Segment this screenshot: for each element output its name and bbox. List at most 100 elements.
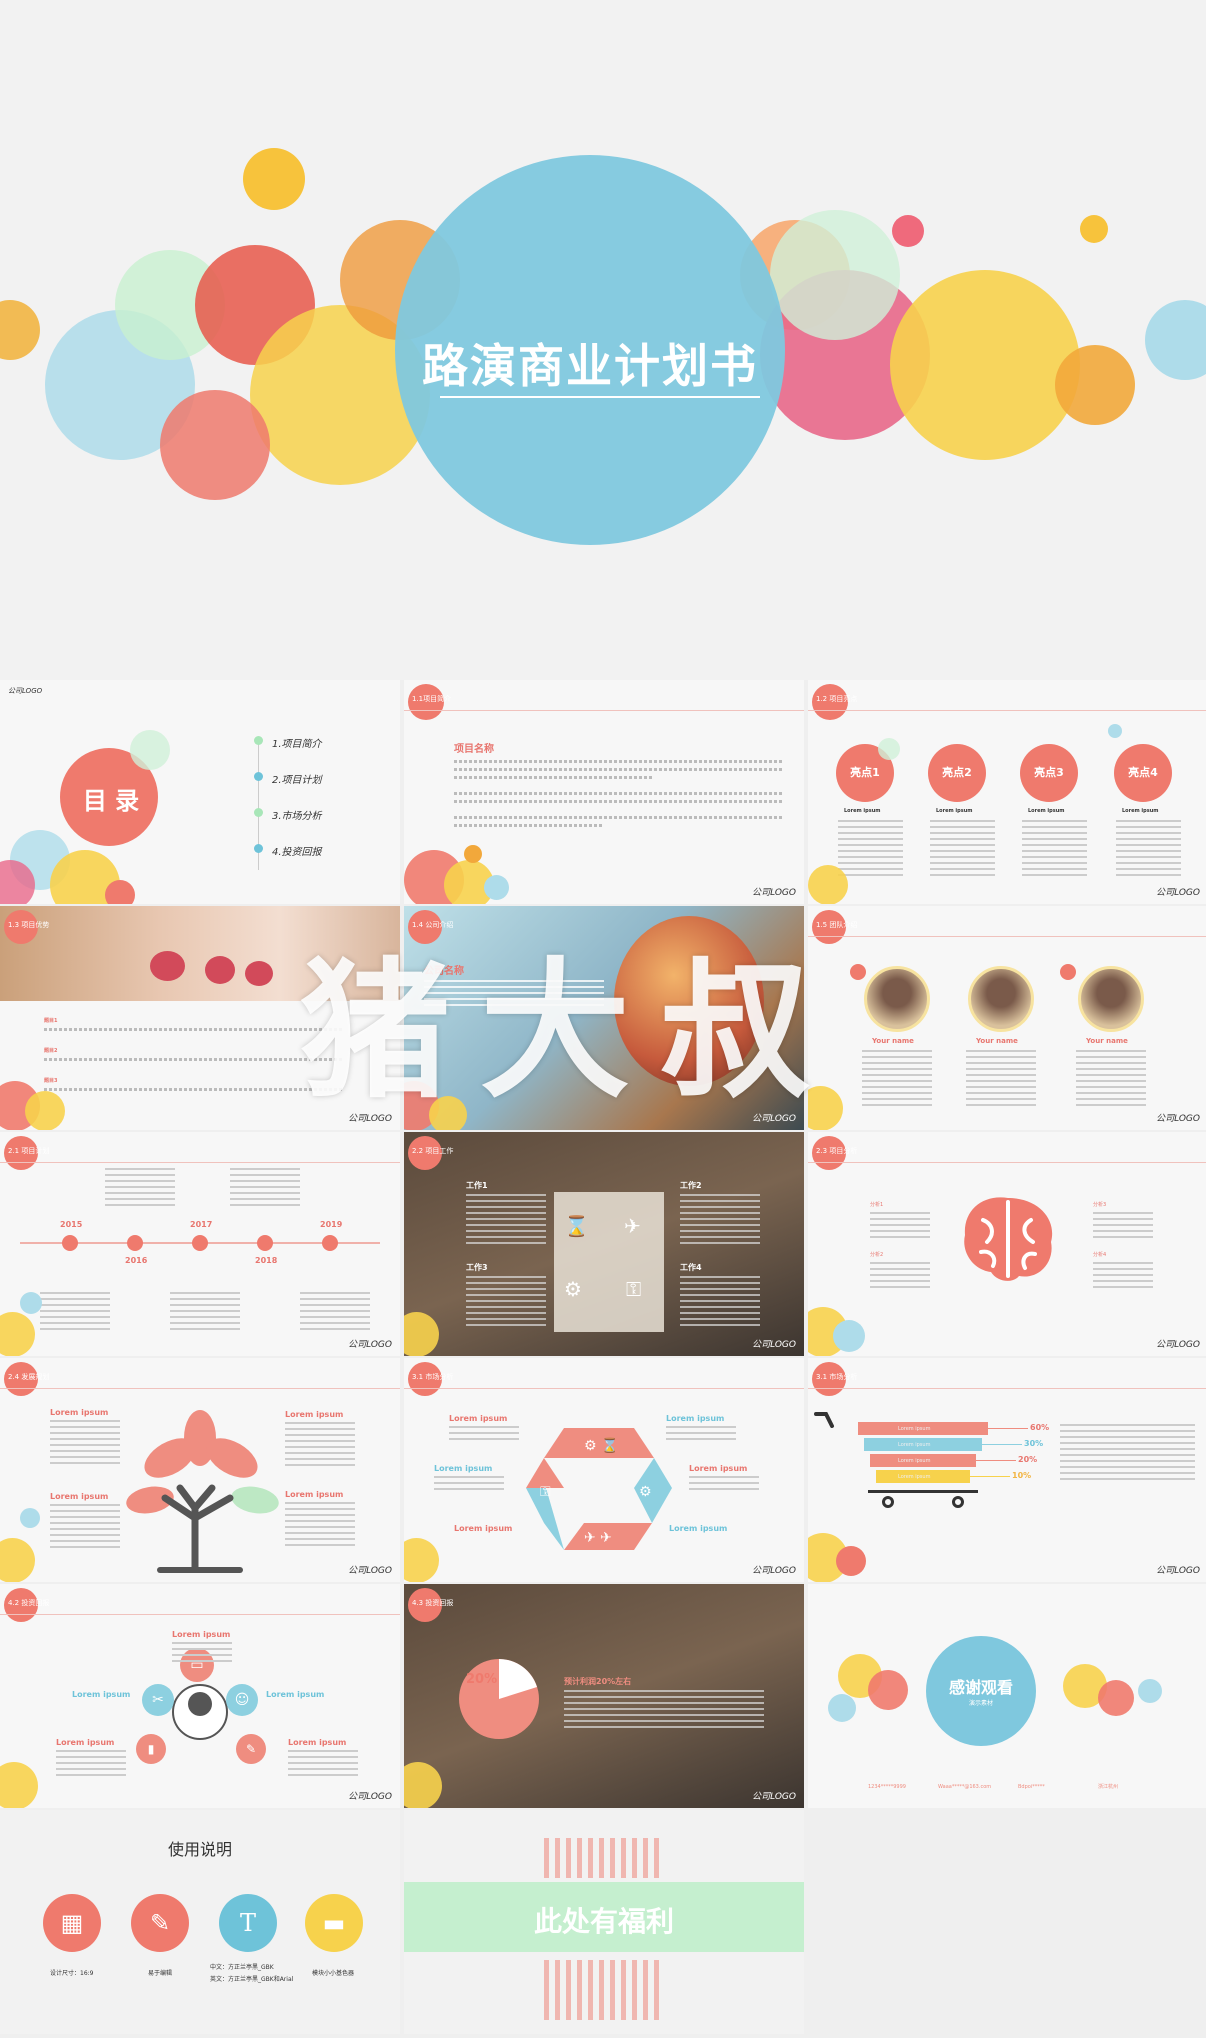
connector-line — [982, 1444, 1022, 1445]
contents-item-4[interactable]: 4.投资回报 — [272, 843, 322, 858]
team-name: Your name — [872, 1037, 914, 1045]
person-item-1: Lorem ipsum — [172, 1630, 231, 1639]
decor-circle — [464, 845, 482, 863]
text-placeholder — [454, 760, 784, 763]
highlight-caption: Lorem ipsum — [1122, 808, 1159, 814]
decor-circle — [20, 1292, 42, 1314]
decor-circle — [1145, 300, 1206, 380]
slide-logo: 公司LOGO — [348, 1792, 392, 1802]
usage-title: 使用说明 — [167, 1840, 232, 1859]
cycle-item-6: Lorem ipsum — [669, 1524, 728, 1533]
highlight-2: 亮点2 — [928, 744, 986, 802]
slide-logo: 公司LOGO — [348, 1566, 392, 1576]
person-item-5: Lorem ipsum — [288, 1738, 347, 1747]
timeline-dot — [192, 1235, 208, 1251]
contact-social: Bdpoi***** — [1018, 1784, 1045, 1790]
slide-header: 2.4 发展规划 — [8, 1373, 50, 1381]
contents-dot — [254, 808, 263, 817]
tree-item-2: Lorem ipsum — [285, 1410, 344, 1419]
contents-dot — [254, 844, 263, 853]
work-item-2: 工作2 — [680, 1181, 702, 1190]
text-placeholder — [454, 800, 784, 803]
battery-icon: ▬ — [305, 1894, 363, 1952]
cart-bar-label: Lorem ipsum — [898, 1426, 931, 1432]
slide-logo: 公司LOGO — [1156, 888, 1200, 898]
cart-percent: 60% — [1030, 1423, 1050, 1432]
slide-logo: 公司LOGO — [752, 888, 796, 898]
intro-heading: 项目名称 — [454, 744, 494, 755]
text-placeholder — [466, 1194, 546, 1244]
highlight-caption: Lorem ipsum — [936, 808, 973, 814]
analysis-item-1: 分析1 — [870, 1202, 884, 1208]
slide-cart: 3.1 市场分析 Lorem ipsum Lorem ipsum Lorem i… — [808, 1358, 1206, 1582]
slide-header: 2.1 项目计划 — [8, 1147, 50, 1155]
cycle-item-2: Lorem ipsum — [666, 1414, 725, 1423]
decor-circle — [0, 300, 40, 360]
cart-bar-label: Lorem ipsum — [898, 1474, 931, 1480]
slide-header: 1.1项目简介 — [412, 695, 452, 703]
decor-circle — [404, 1312, 439, 1356]
text-placeholder — [56, 1750, 126, 1776]
contents-dot — [254, 772, 263, 781]
usage-caption-font-en: 英文：方正兰亭黑_GBK和Arial — [210, 1976, 294, 1983]
text-placeholder — [449, 1426, 519, 1442]
cart-wheel-icon — [952, 1496, 964, 1508]
text-placeholder — [1060, 1424, 1195, 1484]
text-placeholder — [564, 1690, 764, 1730]
contact-email: Waaa*****@163.com — [938, 1784, 992, 1790]
text-placeholder — [44, 1088, 344, 1091]
avatar — [968, 966, 1034, 1032]
thanks-title: 感谢观看 — [948, 1678, 1013, 1697]
contents-item-2[interactable]: 2.项目计划 — [272, 771, 322, 786]
text-placeholder — [666, 1426, 736, 1442]
person-item-4: Lorem ipsum — [56, 1738, 115, 1747]
cart-bar-label: Lorem ipsum — [898, 1442, 931, 1448]
text-placeholder — [454, 792, 784, 795]
contents-title: 目 录 — [82, 787, 140, 815]
text-placeholder — [838, 820, 903, 880]
svg-text:⚿: ⚿ — [540, 1484, 551, 1500]
slide-logo: 公司LOGO — [348, 1340, 392, 1350]
timeline-year: 2016 — [125, 1256, 148, 1265]
header-line — [808, 1162, 1206, 1163]
decor-circle — [890, 270, 1080, 460]
slide-tree: 2.4 发展规划 Lorem ipsum Lorem ipsum Lorem i… — [0, 1358, 400, 1582]
text-placeholder — [466, 1276, 546, 1326]
slide-cycle: 3.1 市场分析 ⚙ ⌛ ⚙ ✈ ✈ ⚿ Lorem ipsum Lorem i… — [404, 1358, 804, 1582]
slide-header: 3.1 市场分析 — [816, 1373, 858, 1381]
slide-thanks: 感谢观看 演示素材 1234*****9999 Waaa*****@163.co… — [808, 1584, 1206, 1808]
decor-circle — [0, 1762, 38, 1808]
slide-contents: 公司LOGO 目 录 1.项目简介 2.项目计划 3.市场分析 4.投资回报 — [0, 680, 400, 904]
decor-circle — [20, 1508, 40, 1528]
decor-circle — [878, 738, 900, 760]
work-item-4: 工作4 — [680, 1263, 702, 1272]
slide-header: 2.2 项目工作 — [412, 1147, 454, 1155]
tree-item-4: Lorem ipsum — [285, 1490, 344, 1499]
cycle-item-5: Lorem ipsum — [454, 1524, 513, 1533]
header-line — [404, 710, 804, 711]
usage-caption-font-cn: 中文：方正兰亭黑_GBK — [210, 1964, 274, 1971]
text-placeholder — [680, 1194, 760, 1244]
cart-percent: 30% — [1024, 1439, 1044, 1448]
contact-phone: 1234*****9999 — [868, 1784, 906, 1790]
settings-icon: ⚙ — [564, 1277, 582, 1301]
decor-circle — [105, 880, 135, 904]
calendar-icon: ▦ — [43, 1894, 101, 1952]
text-placeholder — [454, 824, 604, 827]
slide-logo: 公司LOGO — [1156, 1114, 1200, 1124]
tree-item-1: Lorem ipsum — [50, 1408, 109, 1417]
edit-icon: ✎ — [131, 1894, 189, 1952]
text-placeholder — [454, 768, 784, 771]
slide-brain: 2.3 项目分析 分析1 分析2 分析3 分析4 公司LOGO — [808, 1132, 1206, 1356]
slide-usage: 使用说明 ▦ ✎ T ▬ 设计尺寸：16:9 易于编辑 中文：方正兰亭黑_GBK… — [0, 1810, 400, 2034]
contents-item-1[interactable]: 1.项目简介 — [272, 735, 322, 750]
slide-intro: 1.1项目简介 项目名称 公司LOGO — [404, 680, 804, 904]
contents-logo: 公司LOGO — [8, 687, 43, 695]
text-placeholder — [434, 1476, 504, 1492]
decor-circle — [808, 865, 848, 904]
decor-circle — [404, 1762, 442, 1808]
text-placeholder — [454, 816, 784, 819]
cart-bar-label: Lorem ipsum — [898, 1458, 931, 1464]
font-icon: T — [219, 1894, 277, 1952]
contents-item-3[interactable]: 3.市场分析 — [272, 807, 322, 822]
